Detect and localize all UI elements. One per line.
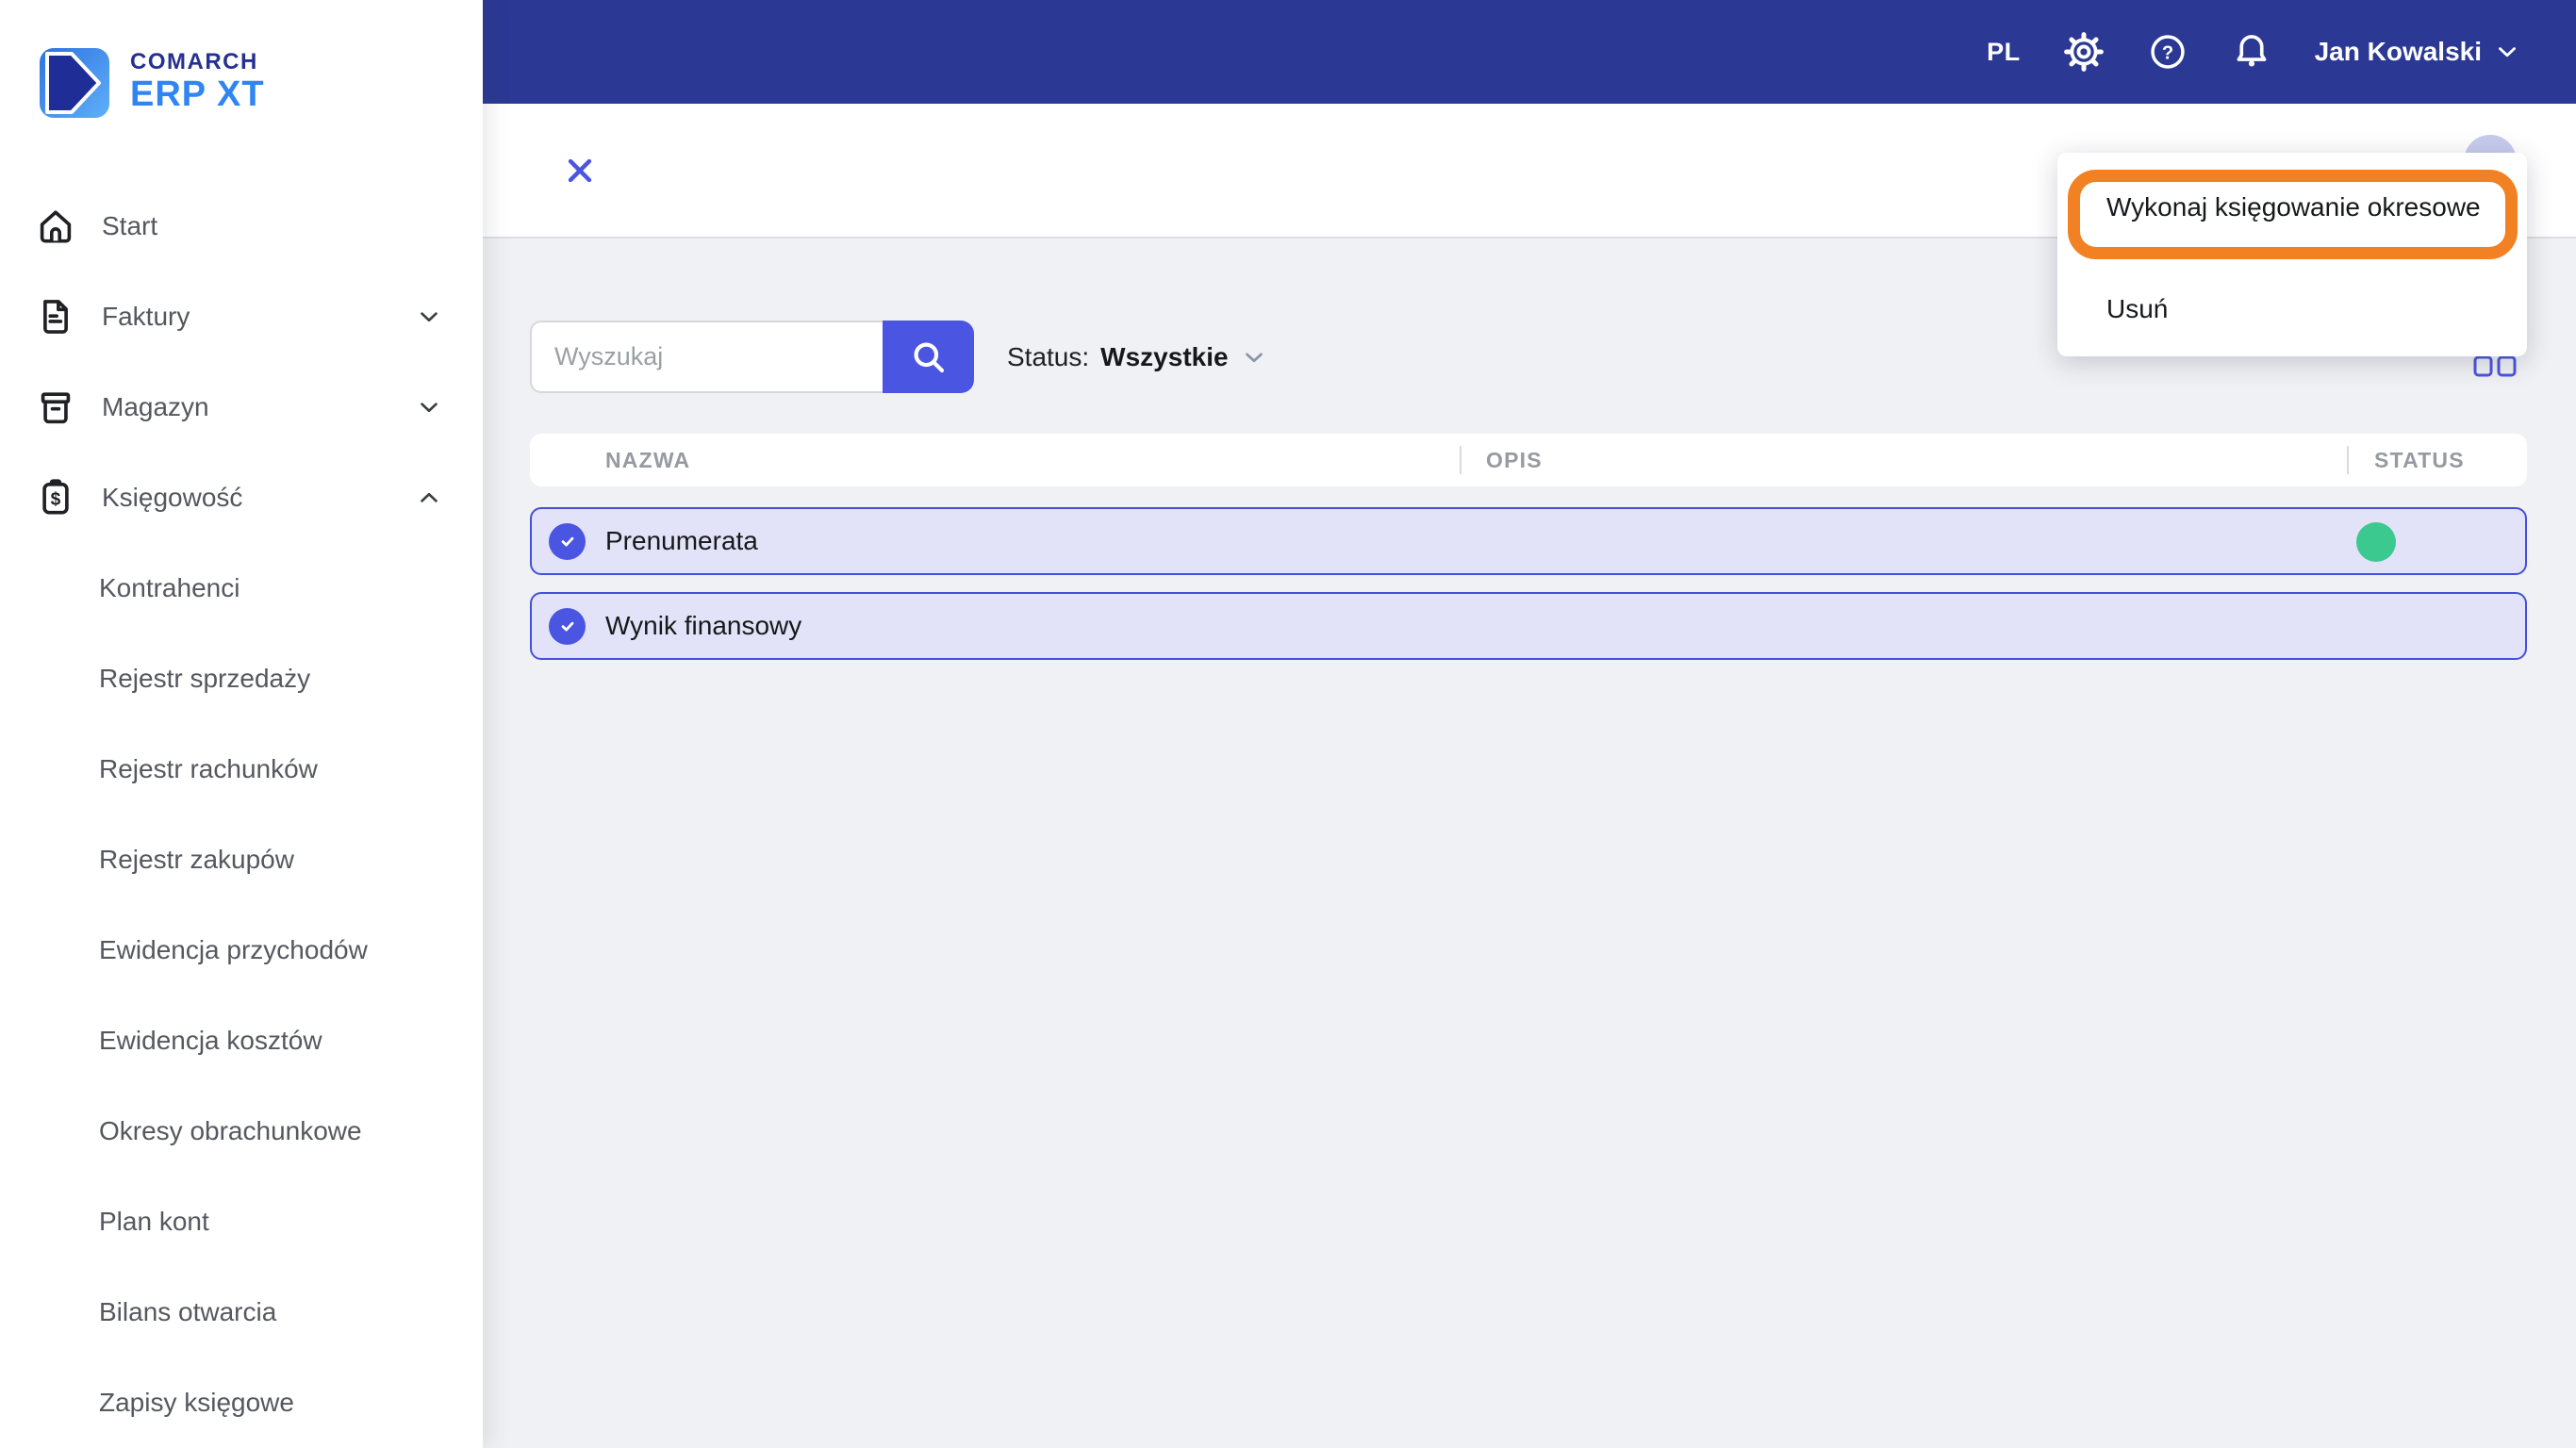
column-header-status[interactable]: STATUS	[2374, 434, 2465, 486]
check-icon	[561, 621, 573, 632]
user-menu[interactable]: Jan Kowalski	[2315, 37, 2521, 67]
close-icon	[568, 158, 592, 183]
sidebar-item-ksiegowosc[interactable]: $ Księgowość	[0, 452, 483, 543]
close-button[interactable]	[553, 143, 607, 198]
column-divider	[2347, 446, 2349, 474]
invoice-icon	[43, 300, 68, 334]
sidebar-item-rejestr-zakupow[interactable]: Rejestr zakupów	[0, 814, 483, 905]
column-divider	[1460, 446, 1461, 474]
user-name: Jan Kowalski	[2314, 37, 2482, 66]
accounting-icon: $	[42, 479, 69, 515]
table-header: NAZWA OPIS STATUS	[530, 434, 2527, 486]
search-box	[530, 321, 974, 393]
tiles-view-icon[interactable]	[2472, 354, 2518, 379]
sidebar-item-rejestr-rachunkow[interactable]: Rejestr rachunków	[0, 724, 483, 814]
bell-icon[interactable]	[2230, 30, 2273, 74]
sidebar-item-zapisy-ksiegowe[interactable]: Zapisy księgowe	[0, 1358, 483, 1448]
search-icon	[913, 341, 944, 372]
chevron-down-icon	[1245, 353, 1263, 362]
sidebar-item-okresy-obrachunkowe[interactable]: Okresy obrachunkowe	[0, 1086, 483, 1176]
sidebar: COMARCH ERP XT Start Faktury Magazyn $ K…	[0, 0, 483, 1448]
chevron-down-icon	[421, 403, 438, 413]
sidebar-item-kontrahenci[interactable]: Kontrahenci	[0, 543, 483, 634]
row-checkbox-checked[interactable]	[549, 607, 586, 645]
app-logo[interactable]: COMARCH ERP XT	[40, 46, 265, 120]
row-checkbox-checked[interactable]	[549, 522, 586, 560]
sidebar-item-magazyn[interactable]: Magazyn	[0, 362, 483, 452]
comarch-logo-icon	[40, 48, 109, 118]
top-bar: PL ? Jan Kowalski	[483, 0, 2576, 104]
menu-item-wykonaj-ksiegowanie-okresowe[interactable]: Wykonaj księgowanie okresowe	[2057, 153, 2527, 262]
chevron-up-icon	[421, 492, 438, 502]
help-icon[interactable]: ?	[2147, 31, 2188, 73]
sidebar-item-plan-kont[interactable]: Plan kont	[0, 1176, 483, 1267]
app-logo-text: COMARCH ERP XT	[130, 48, 265, 115]
warehouse-icon	[41, 392, 71, 424]
search-input[interactable]	[530, 321, 883, 393]
context-menu: Wykonaj księgowanie okresowe Usuń	[2057, 153, 2527, 356]
chevron-down-icon	[2499, 47, 2516, 58]
home-icon	[40, 210, 72, 243]
svg-text:$: $	[51, 490, 61, 510]
check-icon	[561, 536, 573, 547]
sidebar-item-rejestr-sprzedazy[interactable]: Rejestr sprzedaży	[0, 634, 483, 724]
row-name: Wynik finansowy	[605, 611, 802, 640]
language-switcher[interactable]: PL	[1987, 38, 2021, 67]
status-filter-label: Status:	[1007, 341, 1090, 371]
column-header-nazwa[interactable]: NAZWA	[605, 434, 690, 486]
chevron-down-icon	[421, 312, 438, 322]
status-dot	[2356, 522, 2396, 562]
svg-text:?: ?	[2161, 42, 2172, 63]
search-button[interactable]	[883, 321, 974, 393]
menu-item-usun[interactable]: Usuń	[2057, 262, 2527, 356]
sidebar-item-ewidencja-przychodow[interactable]: Ewidencja przychodów	[0, 905, 483, 996]
sidebar-item-faktury[interactable]: Faktury	[0, 272, 483, 362]
table-row[interactable]: Prenumerata	[530, 507, 2527, 575]
comarch-erp-xt-app: PL ? Jan Kowalski COMARCH ERP XT Start F…	[0, 0, 2576, 1448]
status-filter-value: Wszystkie	[1100, 341, 1229, 371]
sidebar-item-start[interactable]: Start	[0, 181, 483, 272]
gear-icon[interactable]	[2062, 30, 2105, 74]
sidebar-item-ewidencja-kosztow[interactable]: Ewidencja kosztów	[0, 996, 483, 1086]
sidebar-item-bilans-otwarcia[interactable]: Bilans otwarcia	[0, 1267, 483, 1358]
row-name: Prenumerata	[605, 526, 758, 555]
table-row[interactable]: Wynik finansowy	[530, 592, 2527, 660]
column-header-opis[interactable]: OPIS	[1486, 434, 1543, 486]
status-filter[interactable]: Status: Wszystkie	[1007, 321, 1268, 393]
